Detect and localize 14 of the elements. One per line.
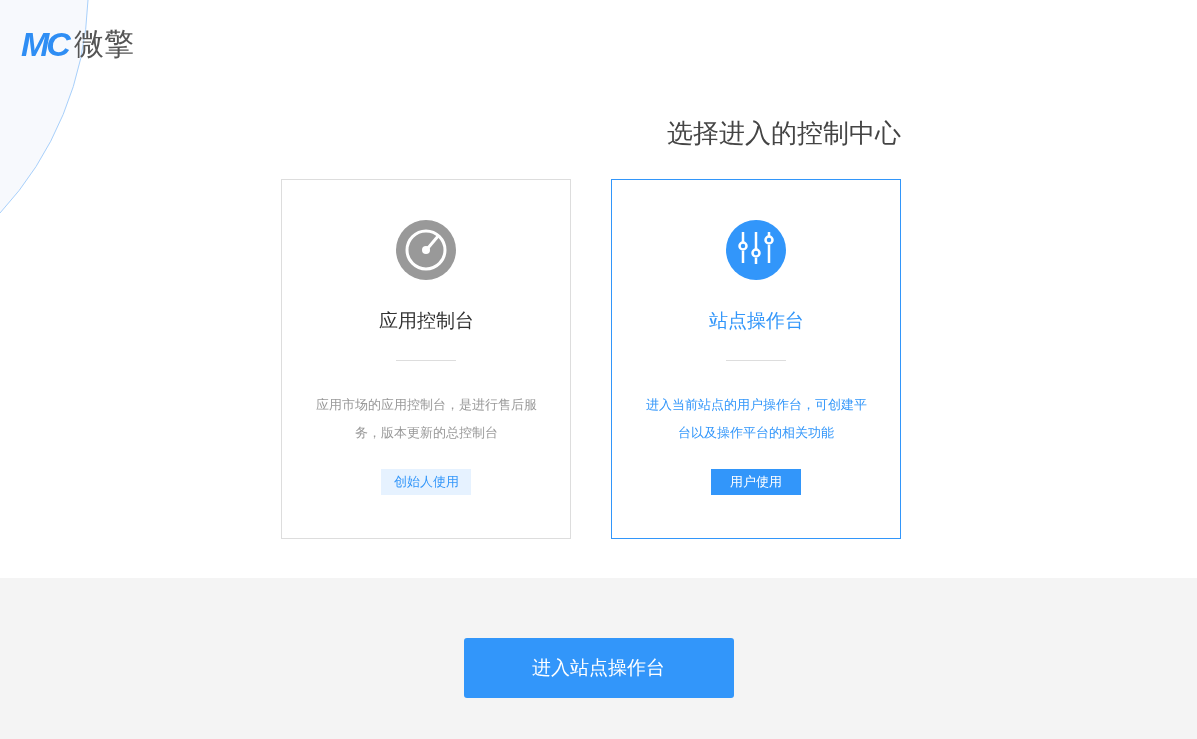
- gauge-icon: [396, 220, 456, 280]
- console-card[interactable]: 应用控制台 应用市场的应用控制台，是进行售后服务，版本更新的总控制台 创始人使用: [281, 179, 571, 539]
- card-description: 应用市场的应用控制台，是进行售后服务，版本更新的总控制台: [314, 396, 538, 442]
- usage-tag: 创始人使用: [381, 469, 471, 495]
- console-card[interactable]: 站点操作台 进入当前站点的用户操作台，可创建平台以及操作平台的相关功能 用户使用: [611, 179, 901, 539]
- card-title: 站点操作台: [708, 308, 804, 333]
- logo-mark: MC: [21, 24, 68, 64]
- card-title: 应用控制台: [378, 308, 474, 333]
- sliders-icon: [726, 220, 786, 280]
- card-description: 进入当前站点的用户操作台，可创建平台以及操作平台的相关功能: [644, 396, 868, 442]
- enter-button[interactable]: 进入站点操作台: [463, 638, 734, 698]
- usage-tag: 用户使用: [711, 469, 801, 495]
- brand-name: 微擎: [73, 25, 134, 63]
- page-heading: 选择进入的控制中心: [666, 117, 901, 150]
